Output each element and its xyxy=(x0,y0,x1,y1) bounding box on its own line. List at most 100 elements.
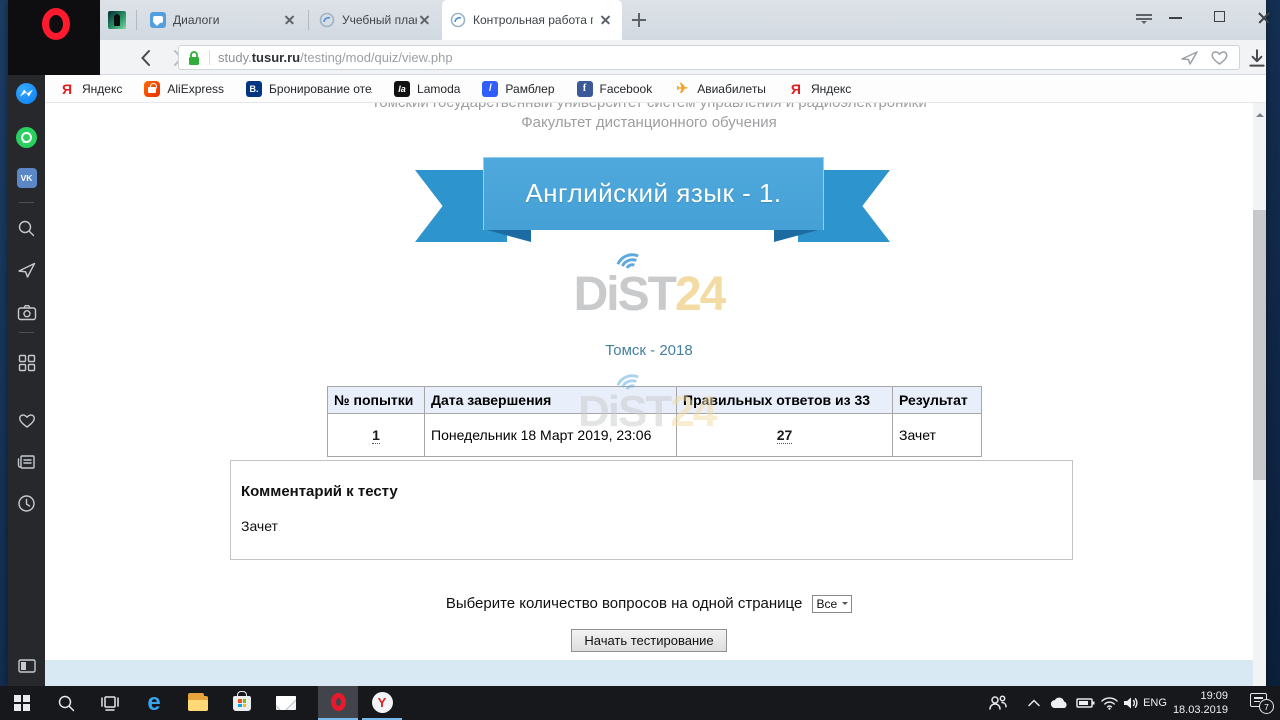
pinned-tab[interactable] xyxy=(108,11,126,29)
sidebar-messenger-button[interactable] xyxy=(8,78,45,108)
finished-cell: Понедельник 18 Март 2019, 23:06 xyxy=(425,414,677,457)
url-field[interactable]: study.tusur.ru/testing/mod/quiz/view.php xyxy=(178,45,1240,70)
org-line-1: Томский государственный университет сист… xyxy=(45,103,1253,111)
close-button[interactable] xyxy=(1244,0,1266,34)
panel-toggle-icon xyxy=(18,659,36,673)
tab-label: Диалоги xyxy=(173,13,219,27)
rambler-icon: / xyxy=(482,81,498,97)
facebook-icon: f xyxy=(577,81,593,97)
result-cell: Зачет xyxy=(893,414,982,457)
scrollbar-thumb[interactable] xyxy=(1253,210,1266,480)
yandex-browser-icon: Y xyxy=(372,692,393,713)
grid-icon xyxy=(18,354,36,372)
per-page-row: Выберите количество вопросов на одной ст… xyxy=(45,595,1253,613)
battery-tray-button[interactable] xyxy=(1072,686,1098,720)
tab-separator xyxy=(308,10,309,30)
desktop: Диалоги Учебный план - Личный Контрольна… xyxy=(0,0,1280,720)
sidebar-search-button[interactable] xyxy=(8,213,45,243)
col-result: Результат xyxy=(893,387,982,414)
per-page-label: Выберите количество вопросов на одной ст… xyxy=(446,595,803,612)
bookmark-avia[interactable]: ✈ Авиабилеты xyxy=(674,81,766,97)
notification-badge: 7 xyxy=(1259,699,1274,714)
tab-close-icon[interactable] xyxy=(598,12,614,28)
edge-icon: e xyxy=(147,691,160,715)
address-bar: study.tusur.ru/testing/mod/quiz/view.php xyxy=(8,40,1266,75)
tab-separator xyxy=(136,10,137,30)
tab-quiz-active[interactable]: Контрольная работа по д xyxy=(442,0,622,40)
new-tab-button[interactable] xyxy=(630,11,648,29)
opera-icon xyxy=(331,693,346,711)
send-to-flow-icon[interactable] xyxy=(1180,49,1200,67)
action-center-button[interactable]: 7 xyxy=(1250,692,1270,710)
secure-lock-icon[interactable] xyxy=(187,50,201,66)
file-explorer-button[interactable] xyxy=(178,686,218,720)
sidebar-speeddial-button[interactable] xyxy=(8,348,45,378)
people-icon xyxy=(988,694,1008,712)
bookmark-facebook[interactable]: f Facebook xyxy=(577,81,653,97)
yandex-browser-button[interactable]: Y xyxy=(362,686,402,720)
bookmark-aliexpress[interactable]: AliExpress xyxy=(144,81,224,97)
tab-menu-icon[interactable] xyxy=(1136,13,1152,27)
news-icon xyxy=(17,454,36,470)
sidebar-history-button[interactable] xyxy=(8,488,45,518)
taskbar-search-button[interactable] xyxy=(46,686,86,720)
tab-close-icon[interactable] xyxy=(282,12,298,28)
windows-logo-icon xyxy=(14,695,30,711)
sidebar-toggle-button[interactable] xyxy=(8,651,45,681)
onedrive-tray-button[interactable] xyxy=(1046,686,1072,720)
scroll-up-icon[interactable] xyxy=(1256,109,1264,117)
downloads-icon[interactable] xyxy=(1246,48,1268,70)
wifi-icon xyxy=(1100,696,1119,710)
cloud-icon xyxy=(1049,696,1069,710)
opera-sidebar: VK xyxy=(8,75,45,686)
minimize-button[interactable] xyxy=(1156,0,1196,34)
correct-link[interactable]: 27 xyxy=(777,427,793,444)
org-line-2: Факультет дистанционного обучения xyxy=(45,114,1253,131)
tab-bar: Диалоги Учебный план - Личный Контрольна… xyxy=(8,0,1266,40)
lamoda-icon: la xyxy=(394,81,410,97)
course-ribbon: Английский язык - 1. xyxy=(415,157,890,247)
tab-label: Учебный план - Личный xyxy=(342,13,417,27)
vertical-scrollbar[interactable] xyxy=(1253,103,1266,686)
opera-taskbar-button[interactable] xyxy=(318,686,358,720)
bookmark-heart-icon[interactable] xyxy=(1210,49,1229,66)
bookmark-booking[interactable]: B. Бронирование отеле xyxy=(246,81,372,97)
paper-plane-icon xyxy=(17,261,37,279)
people-button[interactable] xyxy=(978,686,1018,720)
tab-close-icon[interactable] xyxy=(417,12,433,28)
vk-icon: VK xyxy=(17,168,37,188)
per-page-select[interactable]: Все xyxy=(812,595,853,613)
sidebar-snapshot-button[interactable] xyxy=(8,297,45,327)
folder-icon xyxy=(188,696,208,711)
start-test-button[interactable]: Начать тестирование xyxy=(571,629,726,652)
bookmark-yandex-2[interactable]: Я Яндекс xyxy=(788,81,851,97)
start-button[interactable] xyxy=(2,686,42,720)
bookmark-yandex[interactable]: Я Яндекс xyxy=(59,81,122,97)
search-icon xyxy=(17,219,36,238)
mail-button[interactable] xyxy=(266,686,306,720)
sidebar-flow-button[interactable] xyxy=(8,255,45,285)
tab-dialogs[interactable]: Диалоги xyxy=(142,0,306,40)
opera-menu-corner[interactable] xyxy=(8,0,100,75)
attempt-link[interactable]: 1 xyxy=(372,427,380,444)
yandex-icon: Я xyxy=(59,81,75,97)
language-indicator[interactable]: ENG xyxy=(1138,686,1172,720)
back-icon[interactable] xyxy=(136,47,158,69)
task-view-button[interactable] xyxy=(90,686,130,720)
edge-button[interactable]: e xyxy=(134,686,174,720)
messenger-icon xyxy=(16,83,37,104)
clock[interactable]: 19:09 18.03.2019 xyxy=(1173,689,1228,717)
bookmark-lamoda[interactable]: la Lamoda xyxy=(394,81,460,97)
maximize-button[interactable] xyxy=(1200,0,1240,34)
sidebar-vk-button[interactable]: VK xyxy=(8,163,45,193)
tab-label: Контрольная работа по д xyxy=(473,13,593,27)
sidebar-news-button[interactable] xyxy=(8,447,45,477)
tray-expand-button[interactable] xyxy=(1022,686,1046,720)
comment-body: Зачет xyxy=(241,518,278,534)
sidebar-bookmarks-button[interactable] xyxy=(8,405,45,435)
bookmark-rambler[interactable]: / Рамблер xyxy=(482,81,554,97)
sidebar-whatsapp-button[interactable] xyxy=(8,122,45,152)
store-button[interactable] xyxy=(222,686,262,720)
tab-study-plan[interactable]: Учебный план - Личный xyxy=(311,0,441,40)
chat-favicon xyxy=(150,12,166,28)
